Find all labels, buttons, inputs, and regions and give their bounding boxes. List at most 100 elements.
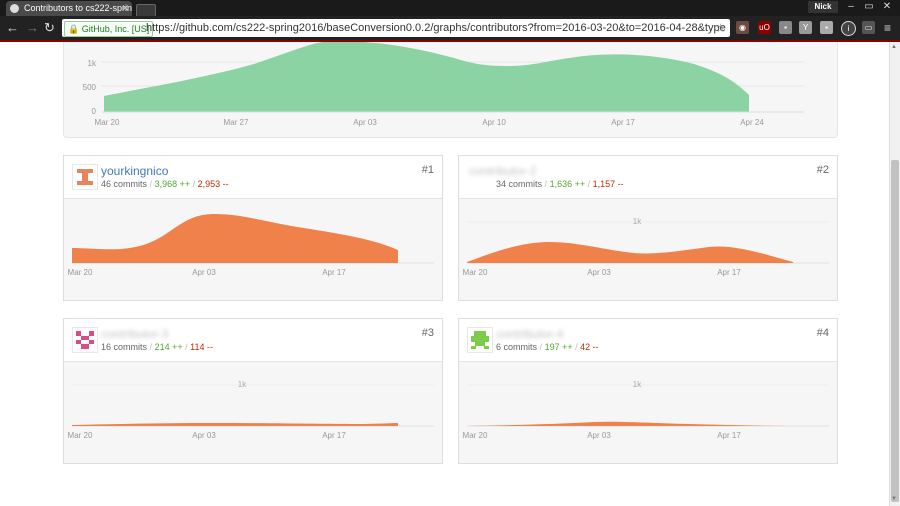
x-tick-label: Apr 17	[717, 268, 741, 277]
contributor-area	[467, 421, 793, 426]
y-tick-label: 1k	[633, 217, 642, 226]
close-window-icon[interactable]: ✕	[878, 1, 896, 13]
contributor-stats: 34 commits / 1,636 ++ / 1,157 --	[496, 179, 624, 189]
address-bar[interactable]: 🔒 GitHub, Inc. [US] https://github.com/c…	[62, 19, 730, 37]
avatar[interactable]	[72, 164, 98, 190]
minimize-icon[interactable]: –	[842, 1, 860, 13]
summary-chart-svg: 1k 500 0 Mar 20 Mar 27 Apr 03 Apr 10 Apr…	[83, 42, 804, 127]
close-tab-icon[interactable]: ✕	[121, 1, 129, 16]
contributor-card: yourkingnico 46 commits / 3,968 ++ / 2,9…	[63, 155, 443, 301]
tab-title: Contributors to cs222-spring	[24, 3, 132, 13]
ev-label: GitHub, Inc. [US]	[81, 24, 150, 34]
contributor-header: contributor-3 16 commits / 214 ++ / 114 …	[64, 319, 442, 362]
chat-extension-icon[interactable]: ▭	[862, 21, 875, 34]
x-tick-label: Apr 03	[587, 268, 611, 277]
commit-count[interactable]: 46 commits	[101, 179, 147, 189]
scroll-thumb[interactable]	[891, 160, 899, 502]
separator: /	[149, 342, 153, 352]
page-scrollbar[interactable]: ▲ ▼	[889, 42, 900, 506]
scroll-down-icon[interactable]: ▼	[891, 496, 897, 502]
bookmark-star-icon[interactable]: ☆	[715, 19, 726, 37]
additions-count: 3,968 ++	[154, 179, 191, 189]
x-tick-label: Mar 27	[224, 118, 249, 127]
ublock-icon[interactable]: uO	[758, 21, 771, 34]
x-tick-label: Apr 17	[717, 431, 741, 440]
contributor-area	[72, 423, 398, 426]
x-tick-label: Apr 03	[192, 268, 216, 277]
forward-icon[interactable]: →	[26, 20, 39, 36]
info-extension-icon[interactable]: i	[841, 21, 856, 36]
profile-button[interactable]: Nick	[808, 1, 838, 13]
extension-2-icon[interactable]: ▪	[820, 21, 833, 34]
avatar[interactable]	[72, 327, 98, 353]
contributor-name-link[interactable]: contributor-4	[496, 327, 563, 341]
x-tick-label: Mar 20	[463, 268, 488, 277]
reload-icon[interactable]: ↻	[44, 20, 55, 36]
contributor-header: contributor-4 6 commits / 197 ++ / 42 --…	[459, 319, 837, 362]
x-tick-label: Apr 03	[353, 118, 377, 127]
back-icon[interactable]: ←	[6, 20, 19, 36]
identicon-icon	[76, 331, 94, 349]
url-text[interactable]: https://github.com/cs222-spring2016/base…	[146, 19, 726, 37]
contributor-chart: Mar 20 Apr 03 Apr 17	[68, 214, 434, 277]
github-icon	[10, 4, 19, 13]
x-tick-label: Mar 20	[463, 431, 488, 440]
x-tick-label: Apr 03	[587, 431, 611, 440]
separator: /	[149, 179, 153, 189]
contributor-card: contributor-4 6 commits / 197 ++ / 42 --…	[458, 318, 838, 464]
contributor-area	[467, 242, 793, 263]
instagram-icon[interactable]: ◉	[736, 21, 749, 34]
y-tick-label: 1k	[88, 59, 97, 68]
identicon-icon	[77, 169, 93, 185]
browser-tab[interactable]: Contributors to cs222-spring ✕	[6, 1, 132, 16]
deletions-count: 114 --	[190, 342, 213, 352]
deletions-count: 2,953 --	[197, 179, 229, 189]
identicon-icon	[471, 331, 489, 349]
x-tick-label: Mar 20	[68, 431, 93, 440]
browser-toolbar: ← → ↻ 🔒 GitHub, Inc. [US] https://github…	[0, 16, 900, 40]
deletions-count: 1,157 --	[592, 179, 624, 189]
contributor-name-link[interactable]: contributor-2	[469, 164, 536, 178]
contributor-area	[72, 214, 398, 263]
separator: /	[185, 342, 188, 352]
x-tick-label: Apr 17	[322, 431, 346, 440]
lock-icon: 🔒	[68, 24, 80, 34]
contributor-chart: 1k Mar 20 Apr 03 Apr 17	[463, 217, 829, 277]
ev-certificate-badge[interactable]: 🔒 GitHub, Inc. [US]	[64, 21, 154, 37]
separator: /	[544, 179, 548, 189]
y-tick-label: 1k	[633, 380, 642, 389]
commit-count[interactable]: 6 commits	[496, 342, 537, 352]
y-tick-label: 0	[92, 107, 97, 116]
scroll-up-icon[interactable]: ▲	[891, 44, 897, 50]
menu-icon[interactable]: ≡	[884, 20, 891, 36]
summary-contributions-chart: 1k 500 0 Mar 20 Mar 27 Apr 03 Apr 10 Apr…	[63, 42, 838, 138]
contributor-card: contributor-2 34 commits / 1,636 ++ / 1,…	[458, 155, 838, 301]
x-tick-label: Apr 03	[192, 431, 216, 440]
contributor-chart: 1k Mar 20 Apr 03 Apr 17	[463, 380, 829, 440]
commit-count[interactable]: 16 commits	[101, 342, 147, 352]
contributor-stats: 16 commits / 214 ++ / 114 --	[101, 342, 213, 352]
contributor-stats: 46 commits / 3,968 ++ / 2,953 --	[101, 179, 229, 189]
y-tick-label: 1k	[238, 380, 247, 389]
browser-titlebar: Contributors to cs222-spring ✕ Nick – ▭ …	[0, 0, 900, 17]
y-extension-icon[interactable]: Y	[799, 21, 812, 34]
contributor-chart: 1k Mar 20 Apr 03 Apr 17	[68, 380, 434, 440]
rank-label: #3	[421, 327, 434, 339]
x-tick-label: Apr 17	[322, 268, 346, 277]
y-tick-label: 500	[83, 83, 97, 92]
separator: /	[575, 342, 578, 352]
additions-count: 1,636 ++	[549, 179, 586, 189]
contributor-stats: 6 commits / 197 ++ / 42 --	[496, 342, 599, 352]
x-tick-label: Apr 24	[740, 118, 764, 127]
separator: /	[587, 179, 591, 189]
x-tick-label: Mar 20	[95, 118, 120, 127]
contributor-name-link[interactable]: yourkingnico	[101, 164, 168, 178]
commit-count[interactable]: 34 commits	[496, 179, 542, 189]
rank-label: #4	[816, 327, 829, 339]
maximize-icon[interactable]: ▭	[860, 1, 878, 13]
extension-icon[interactable]: ▪	[779, 21, 792, 34]
contributor-name-link[interactable]: contributor-3	[101, 327, 168, 341]
additions-count: 197 ++	[544, 342, 573, 352]
x-tick-label: Apr 17	[611, 118, 635, 127]
avatar[interactable]	[467, 327, 493, 353]
